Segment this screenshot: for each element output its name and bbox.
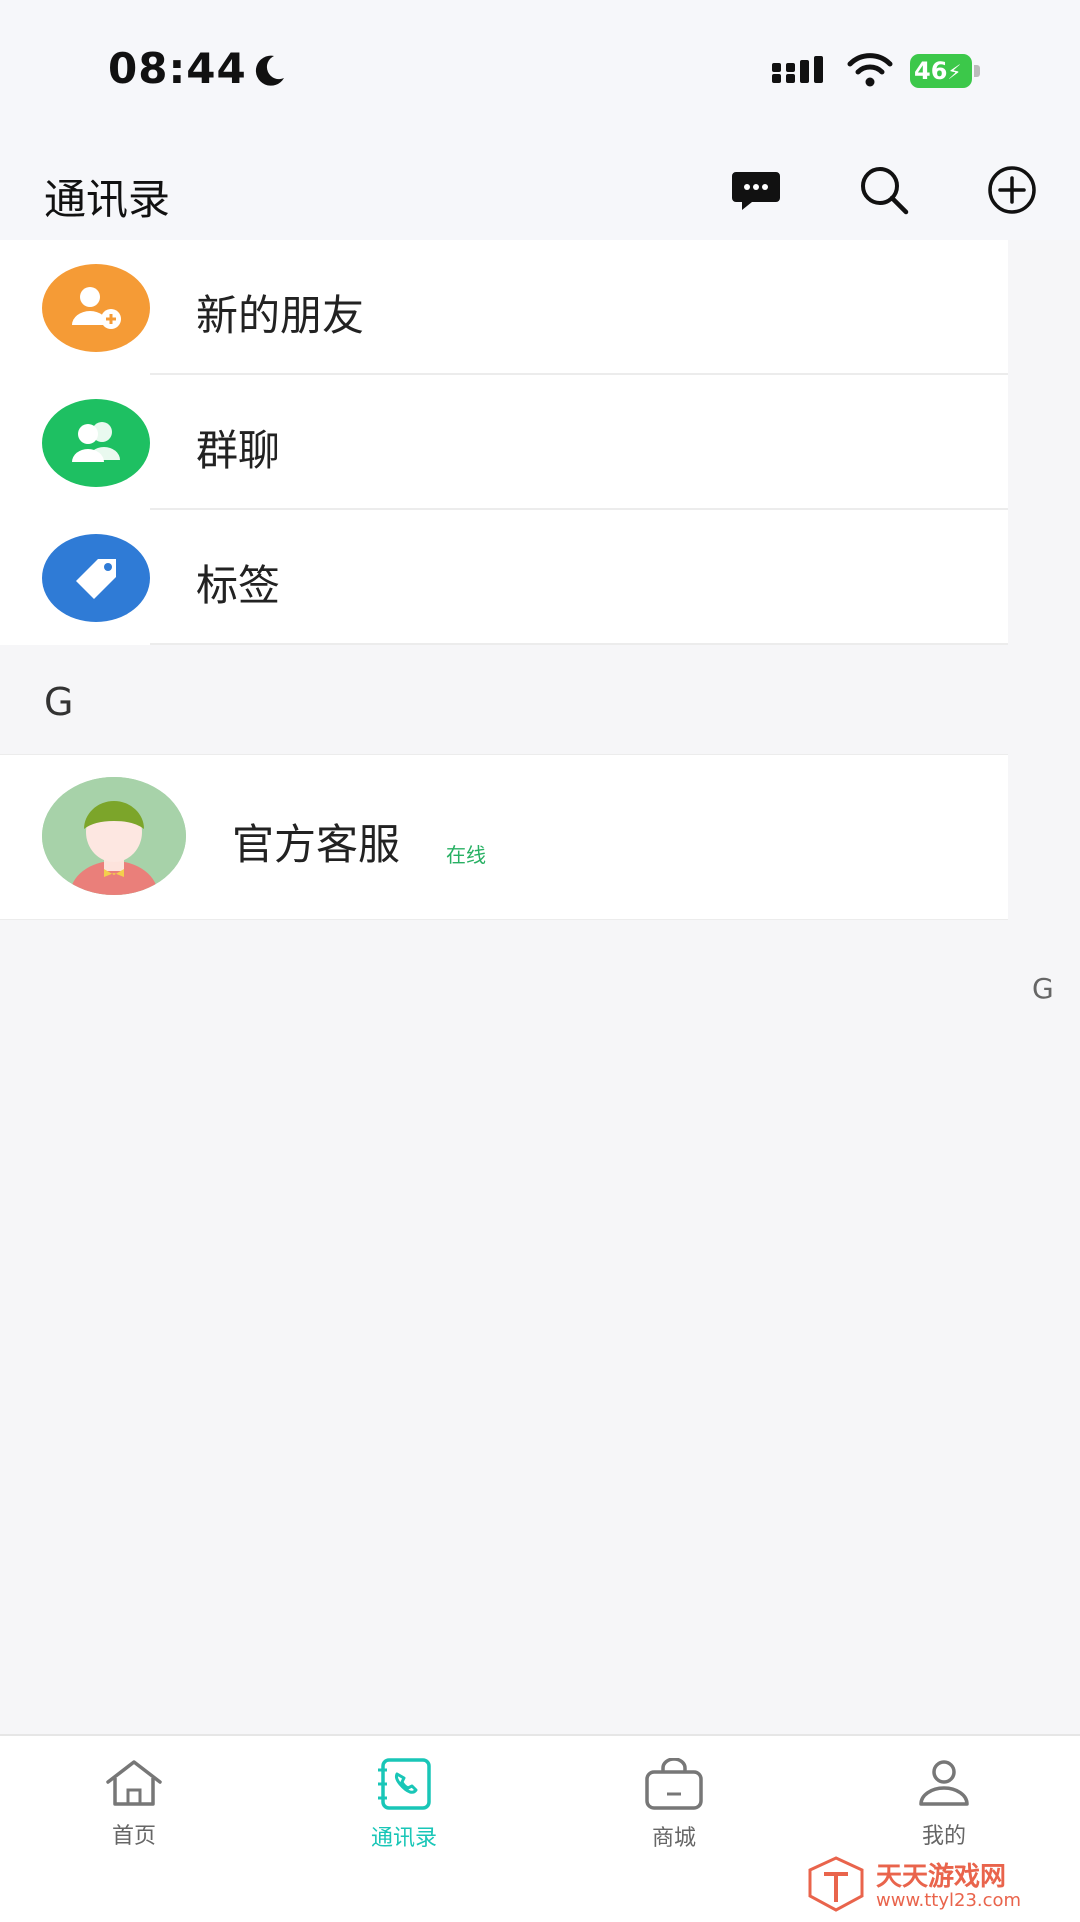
tab-shop[interactable]: 商城 bbox=[604, 1758, 744, 1868]
home-icon bbox=[106, 1760, 162, 1806]
page-header: 通讯录 bbox=[0, 140, 1080, 240]
search-icon[interactable] bbox=[856, 162, 912, 218]
watermark-logo-icon bbox=[808, 1856, 864, 1912]
online-status: 在线 bbox=[446, 843, 486, 867]
menu-item-new-friends[interactable]: 新的朋友 bbox=[0, 240, 1008, 375]
contacts-menu: 新的朋友 群聊 标签 bbox=[0, 240, 1008, 645]
battery-icon: 46⚡ bbox=[910, 54, 982, 88]
tab-label: 商城 bbox=[651, 1826, 696, 1851]
contact-row[interactable]: 官方客服 在线 bbox=[0, 754, 1008, 920]
tab-label: 通讯录 bbox=[370, 1826, 437, 1851]
watermark-text: 天天游戏网 bbox=[876, 1862, 1007, 1892]
section-header-letter: G bbox=[44, 680, 74, 724]
menu-item-label: 新的朋友 bbox=[196, 291, 365, 340]
profile-icon bbox=[919, 1760, 969, 1806]
battery-level: 46 bbox=[914, 57, 948, 85]
divider bbox=[150, 643, 1008, 645]
group-icon bbox=[42, 399, 150, 487]
tab-label: 我的 bbox=[921, 1824, 966, 1849]
add-circle-icon[interactable] bbox=[984, 162, 1040, 218]
contact-name: 官方客服 bbox=[232, 820, 401, 869]
menu-item-label: 标签 bbox=[196, 561, 281, 610]
add-friend-icon bbox=[42, 264, 150, 352]
avatar bbox=[42, 777, 186, 895]
status-bar: 08:44 46⚡ bbox=[0, 0, 1080, 140]
status-time: 08:44 bbox=[108, 44, 247, 93]
tab-contacts[interactable]: 通讯录 bbox=[334, 1758, 474, 1868]
menu-item-label: 群聊 bbox=[196, 426, 281, 475]
menu-item-group-chat[interactable]: 群聊 bbox=[0, 375, 1008, 510]
contacts-icon bbox=[378, 1758, 431, 1810]
shop-icon bbox=[645, 1758, 703, 1810]
page-title: 通讯录 bbox=[44, 175, 171, 224]
signal-icon bbox=[772, 56, 823, 83]
message-icon[interactable] bbox=[728, 162, 784, 218]
wifi-icon bbox=[847, 53, 893, 87]
tab-home[interactable]: 首页 bbox=[64, 1758, 204, 1868]
watermark-url: www.ttyl23.com bbox=[876, 1890, 1022, 1911]
moon-icon bbox=[255, 55, 284, 86]
tab-label: 首页 bbox=[111, 1824, 156, 1849]
menu-item-tags[interactable]: 标签 bbox=[0, 510, 1008, 645]
watermark: 天天游戏网 www.ttyl23.com bbox=[806, 1856, 1056, 1914]
tab-profile[interactable]: 我的 bbox=[874, 1758, 1014, 1868]
tag-icon bbox=[42, 534, 150, 622]
index-letter[interactable]: G bbox=[1032, 972, 1054, 1005]
